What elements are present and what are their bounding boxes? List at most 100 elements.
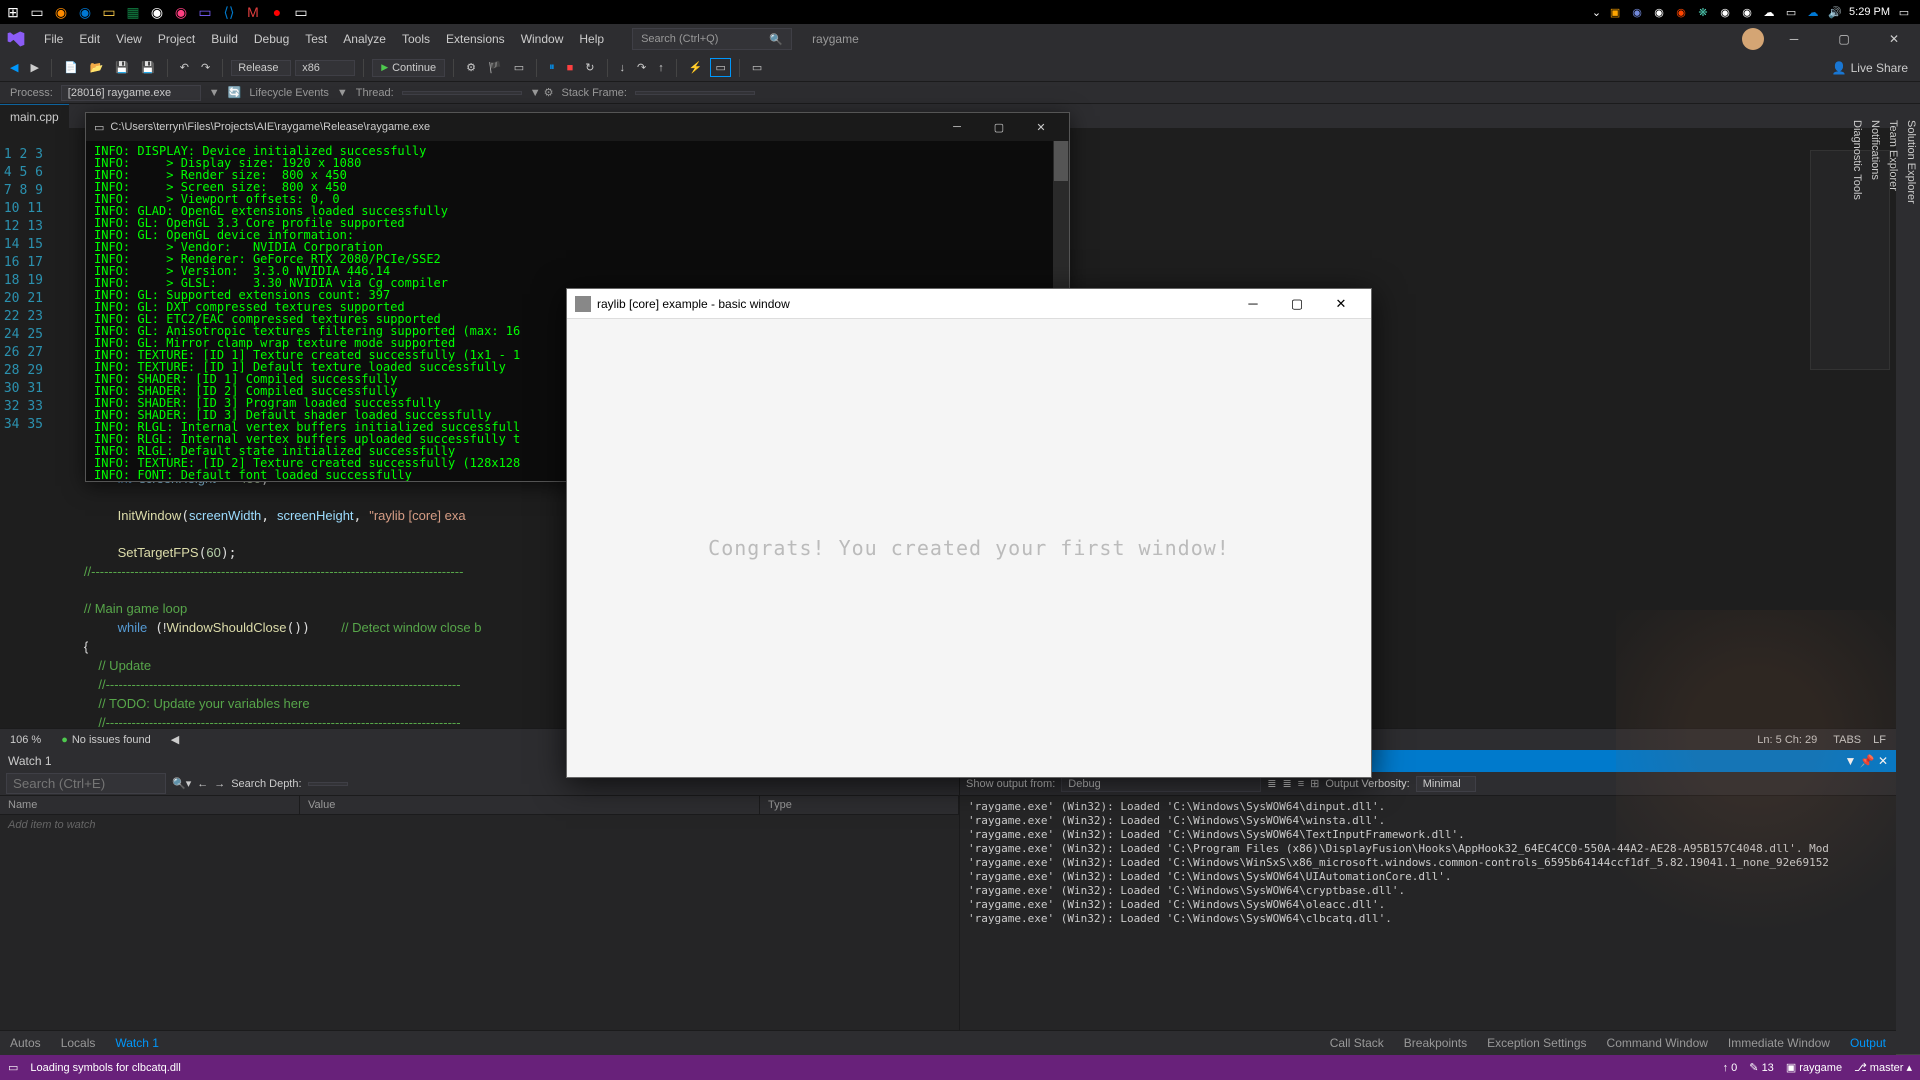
rail-solution-explorer[interactable]: Solution Explorer bbox=[1902, 112, 1920, 1055]
edge-icon[interactable]: ◉ bbox=[74, 1, 96, 23]
nav-fwd-icon[interactable]: → bbox=[214, 778, 225, 790]
menu-debug[interactable]: Debug bbox=[246, 28, 297, 50]
watch-body[interactable]: Add item to watch bbox=[0, 815, 959, 1030]
raylib-close-button[interactable]: ✕ bbox=[1319, 290, 1363, 318]
col-type[interactable]: Type bbox=[760, 796, 959, 814]
menu-test[interactable]: Test bbox=[297, 28, 335, 50]
tool-icon[interactable]: ≡ bbox=[1298, 778, 1304, 790]
step-into-button[interactable]: ↓ bbox=[616, 60, 630, 76]
menu-extensions[interactable]: Extensions bbox=[438, 28, 513, 50]
btab-autos[interactable]: Autos bbox=[0, 1032, 51, 1054]
app-icon-3[interactable]: ▭ bbox=[194, 1, 216, 23]
record-icon[interactable]: ● bbox=[266, 1, 288, 23]
config-dropdown[interactable]: Release bbox=[231, 60, 291, 76]
menu-project[interactable]: Project bbox=[150, 28, 203, 50]
publish-icon[interactable]: ↑ 0 bbox=[1723, 1062, 1738, 1074]
save-button[interactable]: 💾 bbox=[111, 59, 133, 76]
excel-icon[interactable]: ▦ bbox=[122, 1, 144, 23]
nav-back-icon[interactable]: ← bbox=[197, 778, 208, 790]
btab-immediate-window[interactable]: Immediate Window bbox=[1718, 1032, 1840, 1054]
minimize-button[interactable]: ─ bbox=[1774, 25, 1814, 53]
menu-view[interactable]: View bbox=[108, 28, 150, 50]
tray-icon-4[interactable]: ❋ bbox=[1695, 4, 1711, 20]
pause-button[interactable]: ⏸ bbox=[545, 59, 559, 76]
console-maximize-button[interactable]: ▢ bbox=[979, 114, 1019, 140]
zoom-level[interactable]: 106 % bbox=[10, 734, 41, 746]
stop-button[interactable]: ■ bbox=[563, 60, 578, 76]
raylib-minimize-button[interactable]: ─ bbox=[1231, 290, 1275, 318]
menu-build[interactable]: Build bbox=[203, 28, 246, 50]
app-icon[interactable]: ◉ bbox=[50, 1, 72, 23]
raylib-maximize-button[interactable]: ▢ bbox=[1275, 290, 1319, 318]
tray-icon-5[interactable]: ◉ bbox=[1717, 4, 1733, 20]
issues-label[interactable]: No issues found bbox=[72, 734, 151, 746]
tray-icon[interactable]: ▣ bbox=[1607, 4, 1623, 20]
step-out-button[interactable]: ↑ bbox=[654, 60, 668, 76]
process-dropdown[interactable]: [28016] raygame.exe bbox=[61, 85, 201, 101]
nav-forward-button[interactable]: ▶ bbox=[26, 59, 42, 76]
tray-icon-3[interactable]: ◉ bbox=[1673, 4, 1689, 20]
tray-chevron-icon[interactable]: ⌄ bbox=[1592, 6, 1601, 19]
col-name[interactable]: Name bbox=[0, 796, 300, 814]
debug-tool-2[interactable]: ▭ bbox=[710, 58, 730, 77]
menu-tools[interactable]: Tools bbox=[394, 28, 438, 50]
console-title-bar[interactable]: ▭ C:\Users\terryn\Files\Projects\AIE\ray… bbox=[86, 113, 1069, 141]
tray-icon-2[interactable]: ◉ bbox=[1651, 4, 1667, 20]
redo-button[interactable]: ↷ bbox=[197, 59, 214, 76]
cloud-icon[interactable]: ☁ bbox=[1761, 4, 1777, 20]
new-project-button[interactable]: 📄 bbox=[60, 59, 82, 76]
menu-help[interactable]: Help bbox=[571, 28, 612, 50]
app-icon-2[interactable]: ◉ bbox=[170, 1, 192, 23]
btab-command-window[interactable]: Command Window bbox=[1597, 1032, 1718, 1054]
menu-file[interactable]: File bbox=[36, 28, 71, 50]
account-icon[interactable] bbox=[1742, 28, 1764, 50]
stackframe-dropdown[interactable] bbox=[635, 91, 755, 95]
tray-icon-6[interactable]: ◉ bbox=[1739, 4, 1755, 20]
close-button[interactable]: ✕ bbox=[1874, 25, 1914, 53]
repo-indicator[interactable]: ▣ raygame bbox=[1786, 1061, 1842, 1074]
network-icon[interactable]: ▭ bbox=[1783, 4, 1799, 20]
task-view-icon[interactable]: ▭ bbox=[26, 1, 48, 23]
console-minimize-button[interactable]: ─ bbox=[937, 114, 977, 140]
onedrive-icon[interactable]: ☁ bbox=[1805, 4, 1821, 20]
quick-search-input[interactable]: Search (Ctrl+Q) 🔍 bbox=[632, 28, 792, 50]
volume-icon[interactable]: 🔊 bbox=[1827, 4, 1843, 20]
search-icon[interactable]: 🔍▾ bbox=[172, 777, 191, 790]
notification-icon[interactable]: ▭ bbox=[1896, 4, 1912, 20]
debug-btn-2[interactable]: 🏴 bbox=[484, 59, 506, 76]
tool-icon[interactable]: ≣ bbox=[1283, 777, 1292, 790]
maximize-button[interactable]: ▢ bbox=[1824, 25, 1864, 53]
thread-dropdown[interactable] bbox=[402, 91, 522, 95]
btab-exception-settings[interactable]: Exception Settings bbox=[1477, 1032, 1596, 1054]
col-value[interactable]: Value bbox=[300, 796, 760, 814]
menu-window[interactable]: Window bbox=[513, 28, 572, 50]
explorer-icon[interactable]: ▭ bbox=[98, 1, 120, 23]
menu-analyze[interactable]: Analyze bbox=[335, 28, 394, 50]
app-icon-4[interactable]: M bbox=[242, 1, 264, 23]
menu-edit[interactable]: Edit bbox=[71, 28, 108, 50]
tab-main-cpp[interactable]: main.cpp bbox=[0, 104, 69, 128]
debug-tool-1[interactable]: ⚡ bbox=[685, 59, 707, 76]
btab-breakpoints[interactable]: Breakpoints bbox=[1394, 1032, 1477, 1054]
tool-icon[interactable]: ≣ bbox=[1267, 777, 1276, 790]
raylib-title-bar[interactable]: raylib [core] example - basic window ─ ▢… bbox=[567, 289, 1371, 319]
debug-tool-3[interactable]: ▭ bbox=[748, 59, 766, 76]
start-icon[interactable]: ⊞ bbox=[2, 1, 24, 23]
app-icon-5[interactable]: ▭ bbox=[290, 1, 312, 23]
restart-button[interactable]: ↻ bbox=[581, 59, 598, 76]
btab-locals[interactable]: Locals bbox=[51, 1032, 106, 1054]
raylib-window[interactable]: raylib [core] example - basic window ─ ▢… bbox=[566, 288, 1372, 778]
pending-icon[interactable]: ✎ 13 bbox=[1749, 1061, 1774, 1074]
btab-watch-1[interactable]: Watch 1 bbox=[105, 1032, 169, 1054]
debug-btn-1[interactable]: ⚙ bbox=[462, 59, 480, 76]
step-over-button[interactable]: ↷ bbox=[633, 59, 650, 76]
btab-output[interactable]: Output bbox=[1840, 1032, 1896, 1054]
tool-icon[interactable]: ⊞ bbox=[1310, 777, 1319, 790]
verbosity-dropdown[interactable]: Minimal bbox=[1416, 776, 1476, 792]
console-close-button[interactable]: ✕ bbox=[1021, 114, 1061, 140]
clock[interactable]: 5:29 PM bbox=[1849, 6, 1890, 18]
continue-button[interactable]: Continue bbox=[372, 59, 445, 77]
branch-indicator[interactable]: ⎇ master ▴ bbox=[1854, 1061, 1912, 1074]
depth-dropdown[interactable] bbox=[308, 782, 348, 786]
nav-prev-icon[interactable]: ◀ bbox=[171, 733, 179, 746]
